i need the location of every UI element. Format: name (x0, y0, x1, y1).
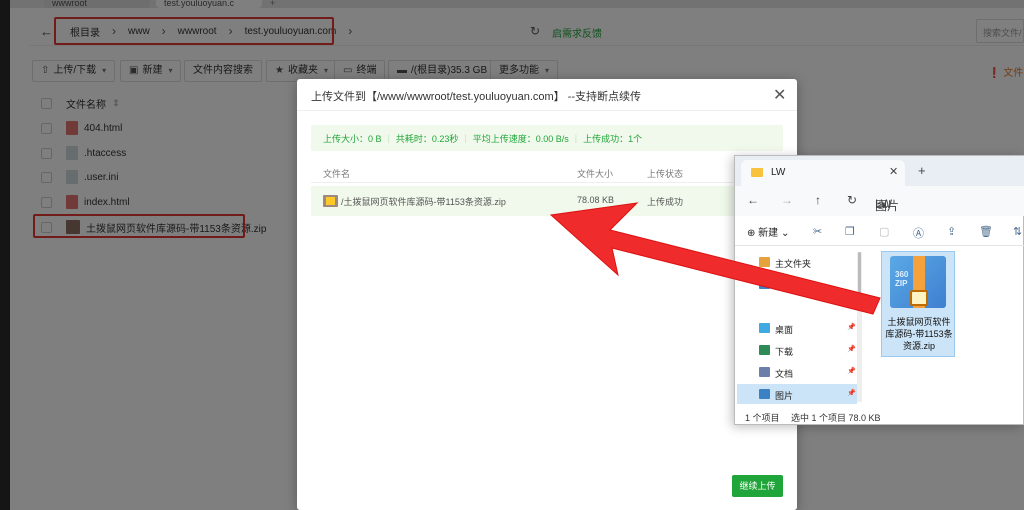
sidebar-item-label: 图库 (775, 281, 794, 291)
explorer-tab[interactable]: LW ✕ (741, 160, 905, 186)
zip-file-icon (323, 195, 338, 207)
new-item-button[interactable]: ⊕ 新建 ⌄ (747, 224, 789, 239)
zip-file-tile[interactable]: 360 ZIP 土拨鼠网页软件库源码-带1153条资源.zip (881, 251, 955, 357)
file-name: 土拨鼠网页软件库源码-带1153条资源.zip (885, 317, 953, 351)
divider: | (387, 133, 390, 143)
divider (311, 182, 783, 183)
file-explorer-window: LW ✕ + ← → ↑ ↻ ▭ › 图片 › LW ⌄ ⊕ 新建 ⌄ ✂ ❐ … (734, 155, 1024, 425)
upload-file-status: 上传成功 (647, 197, 684, 207)
sidebar-item-gallery[interactable]: 图库 (737, 274, 857, 294)
forward-arrow-icon[interactable]: → (781, 193, 793, 207)
sidebar-item-label: 桌面 (775, 325, 794, 335)
upload-stats: 上传大小：0 B | 共耗时：0.23秒 | 平均上传速度：0.00 B/s |… (311, 125, 783, 151)
explorer-sidebar: 主文件夹 图库 桌面 📌 下载 📌 文档 📌 图片 📌 (735, 248, 861, 406)
pin-icon: 📌 (847, 346, 856, 353)
divider (297, 110, 797, 111)
explorer-tab-title: LW (771, 167, 786, 178)
sidebar-item-documents[interactable]: 文档 📌 (737, 362, 857, 382)
desktop-icon (759, 323, 770, 333)
continue-upload-button[interactable]: 继续上传 (732, 475, 783, 497)
selection-info: 选中 1 个项目 78.0 KB (791, 413, 881, 423)
pin-icon: 📌 (847, 390, 856, 397)
stat-size: 上传大小：0 B (323, 133, 382, 144)
column-header-status: 上传状态 (647, 169, 684, 179)
stat-success: 上传成功：1个 (583, 133, 643, 144)
table-row: /土拨鼠网页软件库源码-带1153条资源.zip 78.08 KB 上传成功 (311, 186, 783, 216)
sidebar-scrollbar[interactable] (857, 252, 862, 402)
folder-icon (751, 168, 763, 177)
plus-circle-icon: ⊕ (747, 228, 756, 239)
home-icon (759, 257, 770, 267)
gallery-icon (759, 279, 770, 289)
sidebar-item-pictures[interactable]: 图片 📌 (737, 384, 857, 404)
sidebar-item-label: 下载 (775, 347, 794, 357)
explorer-toolbar: ⊕ 新建 ⌄ ✂ ❐ ▢ Ⓐ ⇪ 🗑 ⇅ (735, 218, 1024, 246)
pin-icon: 📌 (847, 368, 856, 375)
back-arrow-icon[interactable]: ← (747, 193, 759, 207)
divider: | (464, 133, 467, 143)
refresh-icon[interactable]: ↻ (847, 193, 857, 207)
sidebar-item-label: 文档 (775, 369, 794, 379)
upload-file-size: 78.08 KB (577, 195, 615, 205)
up-arrow-icon[interactable]: ↑ (815, 193, 821, 207)
column-header-filesize: 文件大小 (577, 169, 614, 179)
column-header-filename: 文件名 (323, 169, 351, 179)
address-bar[interactable]: ▭ › 图片 › LW ⌄ (875, 190, 1024, 213)
pictures-icon (759, 389, 770, 399)
stat-speed: 平均上传速度：0.00 B/s (472, 133, 569, 144)
close-icon[interactable]: ✕ (889, 165, 898, 178)
stat-elapsed: 共耗时：0.23秒 (395, 133, 459, 144)
sidebar-item-desktop[interactable]: 桌面 📌 (737, 318, 857, 338)
sidebar-item-label: 图片 (775, 391, 794, 401)
divider: | (574, 133, 578, 143)
new-tab-icon[interactable]: + (918, 163, 926, 178)
item-count: 1 个项目 (745, 413, 780, 423)
upload-dialog: 上传文件到【/www/wwwroot/test.youluoyuan.com】 … (297, 79, 797, 510)
pin-icon: 📌 (847, 324, 856, 331)
copy-icon[interactable]: ❐ (845, 225, 855, 238)
document-icon (759, 367, 770, 377)
share-icon[interactable]: ⇪ (947, 225, 956, 238)
dialog-title: 上传文件到【/www/wwwroot/test.youluoyuan.com】 … (311, 91, 642, 103)
rename-icon[interactable]: Ⓐ (913, 225, 924, 241)
close-icon[interactable]: ✕ (773, 85, 786, 105)
explorer-navbar: ← → ↑ ↻ ▭ › 图片 › LW ⌄ (735, 186, 1024, 216)
chevron-down-icon[interactable]: ⌄ (881, 197, 891, 211)
sidebar-item-home[interactable]: 主文件夹 (737, 252, 857, 272)
cut-icon[interactable]: ✂ (813, 225, 822, 238)
new-item-label: 新建 (758, 228, 779, 239)
paste-icon[interactable]: ▢ (879, 225, 889, 238)
upload-file-name: /土拨鼠网页软件库源码-带1153条资源.zip (341, 197, 506, 207)
zip-brand-mark: 360 ZIP (895, 270, 909, 288)
explorer-tabbar: LW ✕ + (735, 156, 1024, 186)
delete-icon[interactable]: 🗑 (979, 225, 993, 238)
sidebar-item-label: 主文件夹 (775, 259, 812, 269)
sort-icon[interactable]: ⇅ (1013, 225, 1022, 238)
zip-buckle (910, 290, 928, 306)
chevron-down-icon: ⌄ (780, 228, 790, 239)
zip-archive-icon: 360 ZIP (890, 256, 946, 308)
sidebar-item-downloads[interactable]: 下载 📌 (737, 340, 857, 360)
explorer-statusbar: 1 个项目 选中 1 个项目 78.0 KB (735, 406, 1024, 426)
download-icon (759, 345, 770, 355)
